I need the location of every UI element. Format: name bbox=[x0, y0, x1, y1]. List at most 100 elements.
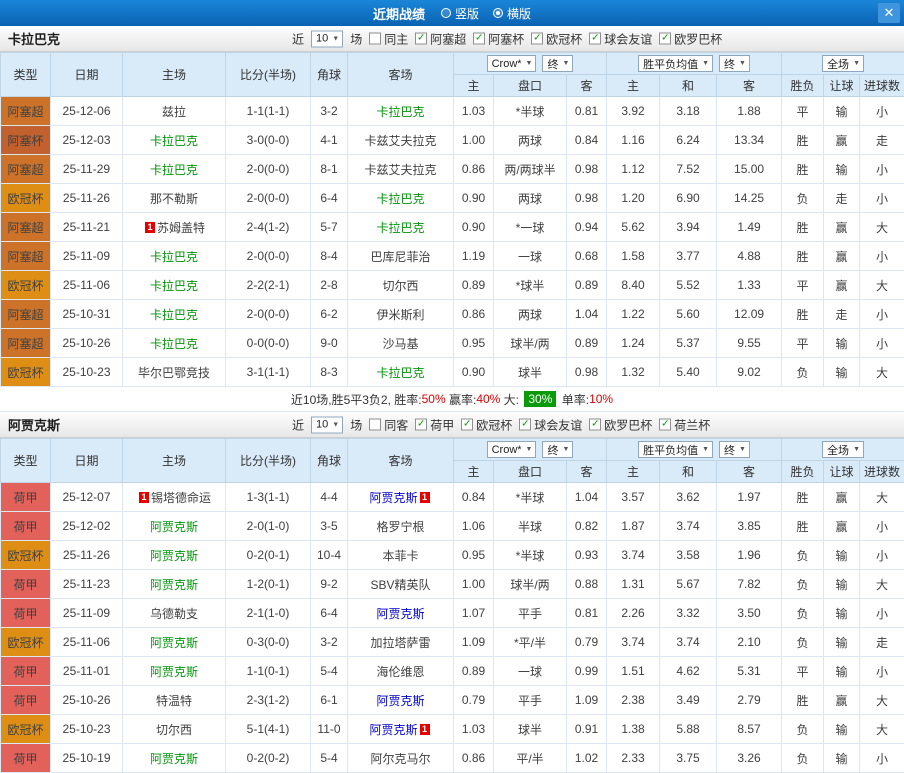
checkbox-icon[interactable]: ✓ bbox=[461, 419, 473, 431]
handicap-result-indicator: 走 bbox=[824, 300, 860, 329]
team-name: 格罗宁根 bbox=[376, 520, 424, 534]
close-button[interactable]: ✕ bbox=[878, 3, 900, 23]
team-section-header: 卡拉巴克近10▼场同主✓阿塞超✓阿塞杯✓欧冠杯✓球会友谊✓欧罗巴杯 bbox=[0, 26, 904, 52]
avg-draw-odds: 6.24 bbox=[660, 126, 717, 155]
red-card-badge: 1 bbox=[139, 492, 149, 503]
league-filter-checkbox[interactable]: ✓荷甲 bbox=[415, 416, 454, 433]
matches-label: 场 bbox=[350, 30, 362, 47]
odds-stage-select[interactable]: 终▼ bbox=[542, 55, 573, 72]
league-filter-checkbox[interactable]: ✓欧罗巴杯 bbox=[659, 30, 722, 47]
team-name: 阿贾克斯 bbox=[376, 607, 424, 621]
league-badge: 阿塞超 bbox=[1, 213, 51, 242]
handicap-away-odds: 0.81 bbox=[567, 97, 607, 126]
corner-score: 3-2 bbox=[311, 628, 348, 657]
score: 2-0(0-0) bbox=[226, 242, 311, 271]
odds-stage-select-label: 终 bbox=[547, 442, 558, 458]
corner-score: 4-4 bbox=[311, 483, 348, 512]
bookmaker-select[interactable]: Crow*▼ bbox=[487, 441, 537, 458]
team-name: 阿贾克斯 bbox=[150, 636, 198, 650]
home-team: 阿贾克斯 bbox=[123, 744, 226, 773]
section-home-team: 卡拉巴克近10▼场同主✓阿塞超✓阿塞杯✓欧冠杯✓球会友谊✓欧罗巴杯类型日期主场比… bbox=[0, 26, 904, 412]
handicap-away-odds: 0.82 bbox=[567, 512, 607, 541]
radio-icon[interactable] bbox=[493, 8, 503, 18]
filter-bar: 近10▼场同客✓荷甲✓欧冠杯✓球会友谊✓欧罗巴杯✓荷兰杯 bbox=[292, 416, 710, 433]
league-badge: 阿塞杯 bbox=[1, 126, 51, 155]
handicap-away-odds: 0.94 bbox=[567, 213, 607, 242]
league-filter-checkbox[interactable]: ✓荷兰杯 bbox=[659, 416, 710, 433]
handicap-home-odds: 0.84 bbox=[454, 483, 494, 512]
avg-stage-select[interactable]: 终▼ bbox=[719, 441, 750, 458]
same-venue-checkbox[interactable]: 同客 bbox=[369, 416, 408, 433]
checkbox-icon[interactable] bbox=[369, 33, 381, 45]
league-filter-checkbox[interactable]: ✓欧冠杯 bbox=[531, 30, 582, 47]
handicap-home-odds: 0.90 bbox=[454, 184, 494, 213]
league-badge: 欧冠杯 bbox=[1, 358, 51, 387]
corner-score: 2-8 bbox=[311, 271, 348, 300]
avg-home-odds: 1.51 bbox=[607, 657, 660, 686]
match-date: 25-12-03 bbox=[51, 126, 123, 155]
view-option-horizontal[interactable]: 横版 bbox=[493, 5, 531, 22]
league-filter-checkbox[interactable]: ✓阿塞超 bbox=[415, 30, 466, 47]
checkbox-icon[interactable]: ✓ bbox=[589, 419, 601, 431]
checkbox-icon[interactable]: ✓ bbox=[589, 33, 601, 45]
scope-select[interactable]: 全场▼ bbox=[822, 55, 864, 72]
checkbox-icon[interactable] bbox=[369, 419, 381, 431]
checkbox-icon[interactable]: ✓ bbox=[519, 419, 531, 431]
avg-draw-odds: 7.52 bbox=[660, 155, 717, 184]
handicap-home-odds: 0.90 bbox=[454, 358, 494, 387]
team-name: 毕尔巴鄂竞技 bbox=[138, 366, 210, 380]
league-filter-checkbox[interactable]: ✓欧罗巴杯 bbox=[589, 416, 652, 433]
match-date: 25-11-06 bbox=[51, 628, 123, 657]
scope-select-label: 全场 bbox=[827, 442, 849, 458]
handicap-home-odds: 1.19 bbox=[454, 242, 494, 271]
odds-stage-select[interactable]: 终▼ bbox=[542, 441, 573, 458]
corner-score: 8-1 bbox=[311, 155, 348, 184]
checkbox-icon[interactable]: ✓ bbox=[415, 419, 427, 431]
avg-stage-select[interactable]: 终▼ bbox=[719, 55, 750, 72]
league-filter-checkbox[interactable]: ✓球会友谊 bbox=[589, 30, 652, 47]
handicap-home-odds: 0.95 bbox=[454, 329, 494, 358]
away-team: 格罗宁根 bbox=[348, 512, 454, 541]
league-badge: 荷甲 bbox=[1, 657, 51, 686]
league-badge: 阿塞超 bbox=[1, 242, 51, 271]
league-filter-checkbox[interactable]: ✓阿塞杯 bbox=[473, 30, 524, 47]
recent-count-select[interactable]: 10▼ bbox=[311, 416, 343, 433]
team-name: 阿贾克斯 bbox=[150, 520, 198, 534]
result-indicator: 平 bbox=[782, 657, 824, 686]
chevron-down-icon: ▼ bbox=[526, 60, 533, 67]
checkbox-icon[interactable]: ✓ bbox=[415, 33, 427, 45]
checkbox-icon[interactable]: ✓ bbox=[659, 419, 671, 431]
result-indicator: 胜 bbox=[782, 300, 824, 329]
avg-odds-select[interactable]: 胜平负均值▼ bbox=[638, 55, 713, 72]
score: 0-2(0-2) bbox=[226, 744, 311, 773]
handicap-result-indicator: 赢 bbox=[824, 242, 860, 271]
bookmaker-select[interactable]: Crow*▼ bbox=[487, 55, 537, 72]
scope-select[interactable]: 全场▼ bbox=[822, 441, 864, 458]
page-title: 近期战绩 bbox=[373, 4, 425, 23]
team-name: 卡拉巴克 bbox=[150, 337, 198, 351]
away-team: 阿尔克马尔 bbox=[348, 744, 454, 773]
view-option-vertical[interactable]: 竖版 bbox=[441, 5, 479, 22]
avg-draw-odds: 3.18 bbox=[660, 97, 717, 126]
col-header: 日期 bbox=[51, 439, 123, 483]
result-indicator: 胜 bbox=[782, 686, 824, 715]
league-badge: 欧冠杯 bbox=[1, 541, 51, 570]
home-team: 阿贾克斯 bbox=[123, 657, 226, 686]
checkbox-icon[interactable]: ✓ bbox=[531, 33, 543, 45]
team-name: 切尔西 bbox=[382, 279, 418, 293]
col-header: 客场 bbox=[348, 53, 454, 97]
league-filter-checkbox[interactable]: ✓欧冠杯 bbox=[461, 416, 512, 433]
league-filter-checkbox[interactable]: ✓球会友谊 bbox=[519, 416, 582, 433]
avg-header-group: 胜平负均值▼ 终▼ bbox=[607, 439, 782, 461]
away-team: 卡拉巴克 bbox=[348, 358, 454, 387]
avg-odds-select[interactable]: 胜平负均值▼ bbox=[638, 441, 713, 458]
summary-segment: 50% bbox=[422, 392, 446, 406]
handicap-home-odds: 0.95 bbox=[454, 541, 494, 570]
radio-icon[interactable] bbox=[441, 8, 451, 18]
same-venue-checkbox[interactable]: 同主 bbox=[369, 30, 408, 47]
checkbox-icon[interactable]: ✓ bbox=[659, 33, 671, 45]
handicap-result-indicator: 输 bbox=[824, 657, 860, 686]
recent-count-select[interactable]: 10▼ bbox=[311, 30, 343, 47]
checkbox-icon[interactable]: ✓ bbox=[473, 33, 485, 45]
handicap-away-odds: 0.68 bbox=[567, 242, 607, 271]
